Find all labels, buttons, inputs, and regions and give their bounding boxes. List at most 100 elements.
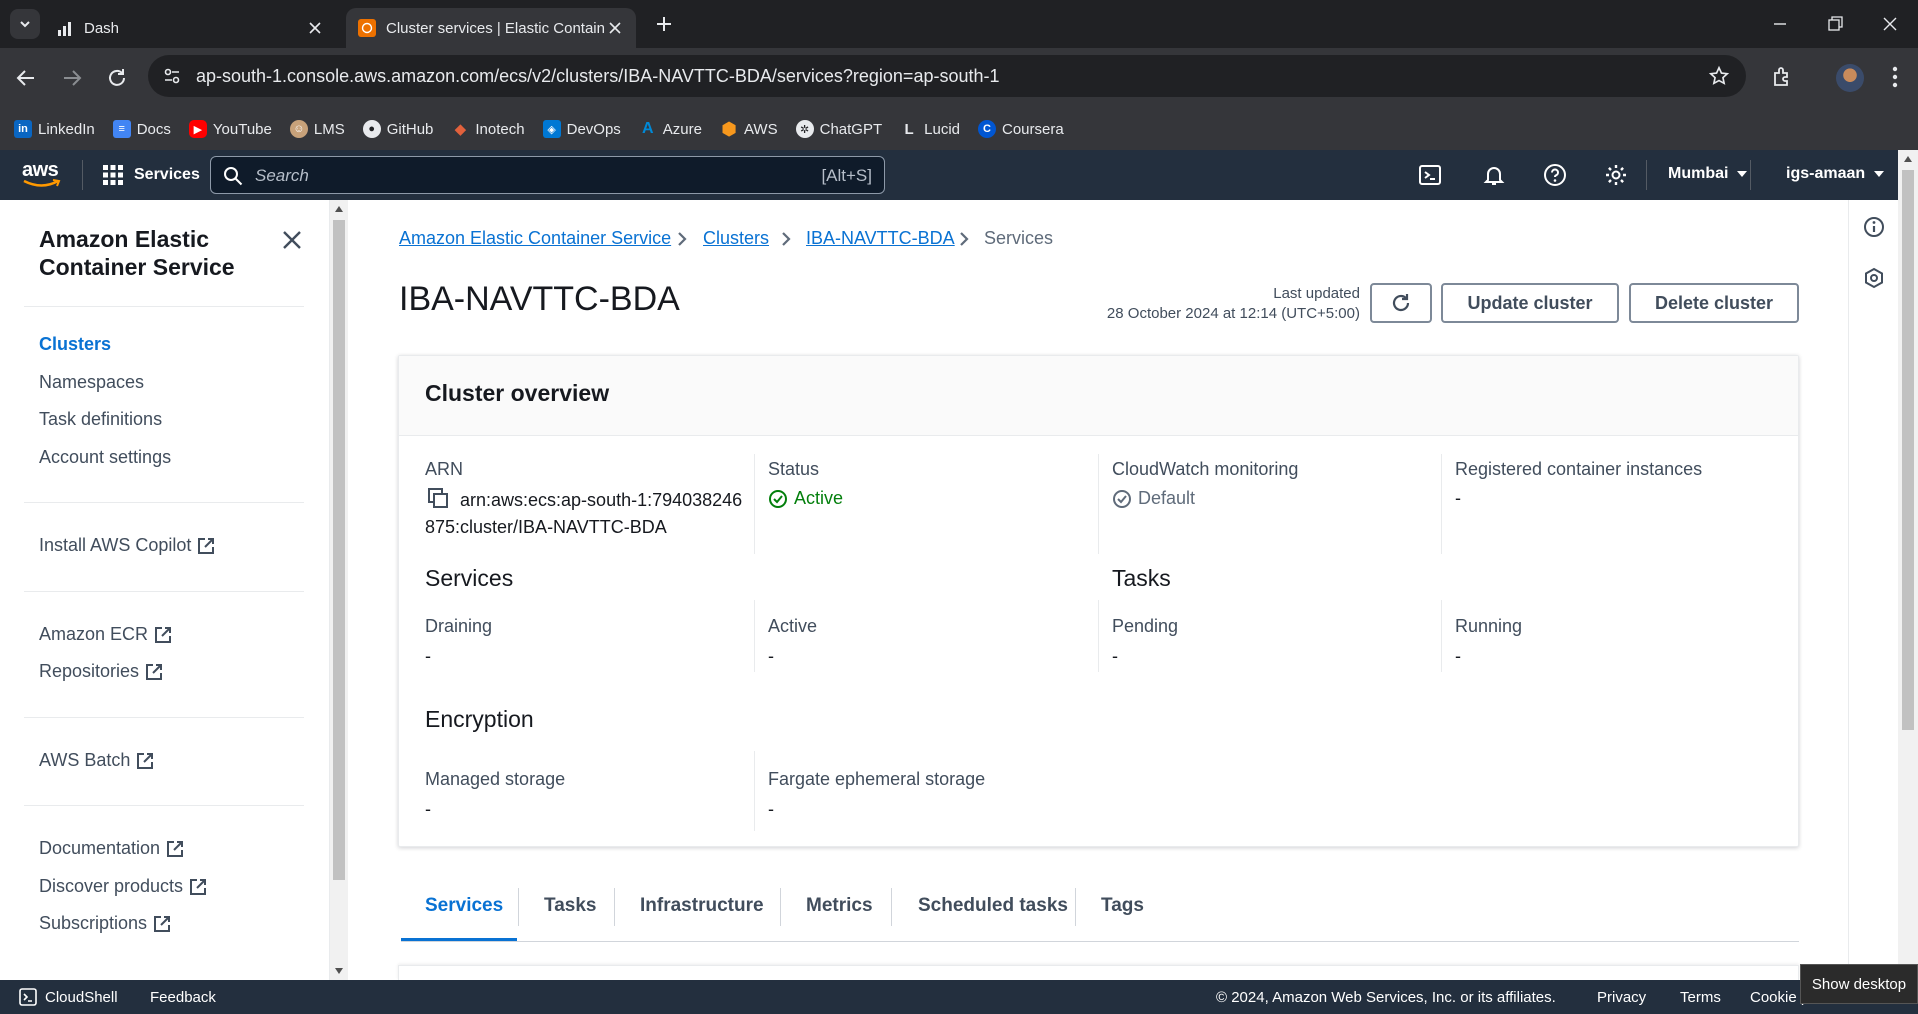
chevron-down-icon: [20, 21, 30, 28]
sidebar-item-discover-products[interactable]: Discover products: [39, 876, 207, 897]
restore-window-button[interactable]: [1825, 14, 1845, 34]
scrollbar-thumb[interactable]: [1902, 170, 1914, 730]
browser-tab-dash[interactable]: Dash: [46, 8, 336, 48]
cloudshell-icon[interactable]: [19, 988, 37, 1006]
breadcrumb-clusters[interactable]: Clusters: [703, 228, 769, 249]
sidebar-item-repositories[interactable]: Repositories: [39, 661, 163, 682]
tab-infrastructure[interactable]: Infrastructure: [640, 895, 764, 917]
info-panel-icon[interactable]: [1863, 216, 1885, 238]
devops-icon: ◈: [542, 120, 561, 138]
sidebar-item-namespaces[interactable]: Namespaces: [39, 372, 144, 393]
privacy-link[interactable]: Privacy: [1597, 989, 1646, 1006]
tab-metrics[interactable]: Metrics: [806, 895, 873, 917]
sidebar-item-install-aws-copilot[interactable]: Install AWS Copilot: [39, 535, 215, 556]
browser-menu-icon[interactable]: [1892, 66, 1898, 88]
bookmark-lucid[interactable]: L Lucid: [900, 120, 960, 138]
site-info-icon[interactable]: [162, 66, 182, 86]
sidebar-item-amazon-ecr[interactable]: Amazon ECR: [39, 624, 172, 645]
scroll-up-icon[interactable]: [1904, 156, 1912, 162]
profile-avatar[interactable]: [1836, 64, 1864, 92]
account-menu[interactable]: igs-amaan: [1786, 165, 1885, 183]
sidebar-item-subscriptions[interactable]: Subscriptions: [39, 913, 171, 934]
bookmark-coursera[interactable]: C Coursera: [978, 120, 1064, 138]
scrollbar-thumb[interactable]: [333, 220, 345, 880]
bookmark-azure[interactable]: A Azure: [639, 120, 702, 138]
sidebar-item-task-definitions[interactable]: Task definitions: [39, 409, 162, 430]
region-selector[interactable]: Mumbai: [1668, 165, 1748, 183]
arn-value: arn:aws:ecs:ap-south-1:794038246: [460, 490, 743, 510]
bookmark-inotech[interactable]: ◆ Inotech: [451, 120, 525, 139]
delete-cluster-button[interactable]: Delete cluster: [1629, 283, 1799, 323]
sidebar-scrollbar[interactable]: [330, 200, 348, 980]
breadcrumb-ecs[interactable]: Amazon Elastic Container Service: [399, 228, 671, 249]
tab-title: Dash: [84, 19, 120, 37]
search-shortcut: [Alt+S]: [821, 166, 872, 185]
browser-tab-ecs[interactable]: Cluster services | Elastic Contain: [346, 8, 636, 48]
external-link-icon: [190, 878, 207, 895]
new-tab-button[interactable]: [652, 12, 676, 36]
back-button[interactable]: [14, 66, 38, 90]
help-icon[interactable]: [1543, 163, 1567, 187]
check-circle-icon: [769, 489, 787, 508]
coursera-icon: C: [978, 120, 996, 138]
tab-divider: [891, 888, 892, 926]
cloudshell-icon[interactable]: [1418, 163, 1442, 187]
breadcrumb-cluster-name[interactable]: IBA-NAVTTC-BDA: [806, 228, 955, 249]
tab-services[interactable]: Services: [425, 895, 503, 917]
check-circle-icon: [1113, 489, 1131, 508]
refresh-button[interactable]: [1370, 283, 1432, 323]
show-desktop-tooltip: Show desktop: [1800, 964, 1918, 1004]
bookmark-aws[interactable]: ⬢ AWS: [720, 119, 777, 139]
terms-link[interactable]: Terms: [1680, 989, 1721, 1006]
aws-search-input[interactable]: Search [Alt+S]: [210, 156, 885, 194]
close-tab-icon[interactable]: [306, 19, 324, 37]
services-menu-button[interactable]: Services: [102, 164, 200, 186]
settings-gear-icon[interactable]: [1604, 163, 1628, 187]
close-sidebar-button[interactable]: [282, 230, 302, 250]
scroll-down-icon[interactable]: [335, 968, 343, 974]
minimize-icon: [1774, 23, 1786, 25]
external-link-icon: [198, 537, 215, 554]
docs-icon: ≡: [112, 120, 131, 138]
page-scrollbar[interactable]: [1898, 150, 1918, 980]
bookmark-docs[interactable]: ≡ Docs: [112, 120, 171, 138]
scroll-up-icon[interactable]: [335, 206, 343, 212]
notifications-bell-icon[interactable]: [1482, 163, 1506, 187]
search-placeholder: Search: [255, 166, 309, 185]
forward-button[interactable]: [60, 66, 84, 90]
cloudshell-button[interactable]: CloudShell: [45, 989, 118, 1006]
nav-divider: [1646, 160, 1647, 190]
copy-icon[interactable]: [427, 487, 449, 509]
close-window-button[interactable]: [1880, 14, 1900, 34]
update-cluster-button[interactable]: Update cluster: [1441, 283, 1619, 323]
sidebar-item-documentation[interactable]: Documentation: [39, 838, 184, 859]
aws-top-nav: aws Services Search [Alt+S] Mumbai igs-a…: [0, 150, 1898, 200]
last-updated: Last updated 28 October 2024 at 12:14 (U…: [1106, 285, 1360, 322]
security-hexagon-icon[interactable]: [1863, 267, 1885, 289]
tab-search-button[interactable]: [10, 9, 40, 39]
feedback-button[interactable]: Feedback: [150, 989, 216, 1006]
tab-tags[interactable]: Tags: [1101, 895, 1144, 917]
nav-divider: [1750, 160, 1751, 190]
search-icon: [224, 167, 243, 186]
bookmark-linkedin[interactable]: in LinkedIn: [14, 120, 95, 138]
sidebar-item-aws-batch[interactable]: AWS Batch: [39, 750, 154, 771]
bookmark-lms[interactable]: ☺ LMS: [289, 120, 345, 138]
bookmark-youtube[interactable]: ▶ YouTube: [188, 120, 272, 138]
sidebar-item-clusters[interactable]: Clusters: [39, 334, 111, 355]
bookmark-devops[interactable]: ◈ DevOps: [542, 120, 621, 138]
tab-scheduled-tasks[interactable]: Scheduled tasks: [918, 895, 1068, 917]
close-tab-icon[interactable]: [606, 19, 624, 37]
bookmark-star-icon[interactable]: [1708, 65, 1730, 87]
extensions-icon[interactable]: [1770, 65, 1794, 89]
sidebar-item-account-settings[interactable]: Account settings: [39, 447, 171, 468]
reload-button[interactable]: [105, 66, 129, 90]
aws-ecs-favicon-icon: [358, 19, 376, 37]
tab-tasks[interactable]: Tasks: [544, 895, 596, 917]
minimize-window-button[interactable]: [1770, 14, 1790, 34]
bookmark-github[interactable]: ● GitHub: [362, 120, 433, 138]
external-link-icon: [146, 663, 163, 680]
bookmark-chatgpt[interactable]: ✲ ChatGPT: [795, 120, 882, 138]
aws-logo[interactable]: aws: [22, 159, 62, 191]
address-bar[interactable]: ap-south-1.console.aws.amazon.com/ecs/v2…: [148, 55, 1746, 97]
